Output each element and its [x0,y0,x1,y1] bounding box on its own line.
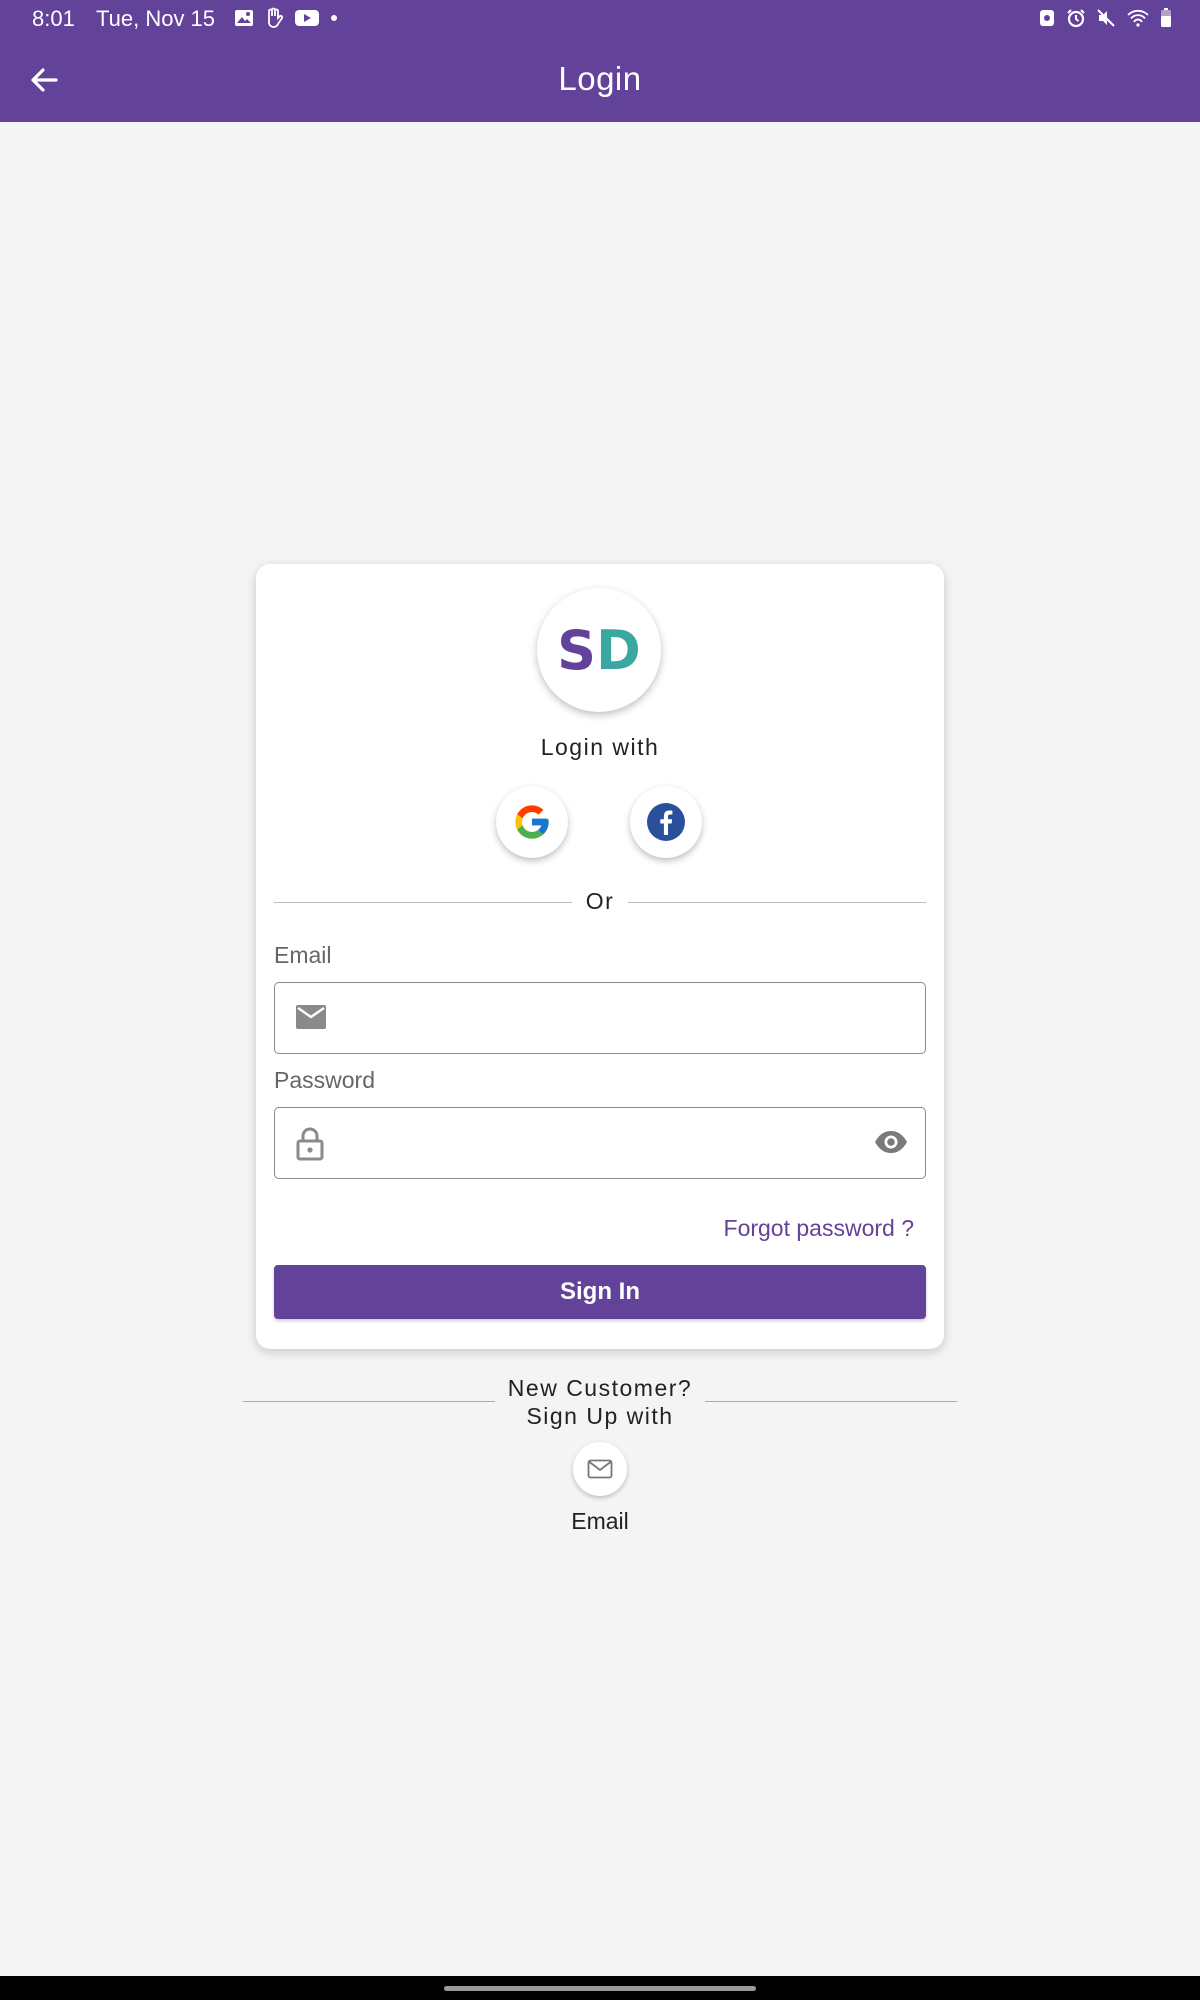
home-gesture-handle[interactable] [444,1986,756,1991]
mute-icon [1097,9,1115,27]
password-label: Password [274,1067,375,1093]
sign-in-button[interactable]: Sign In [274,1265,926,1319]
email-signup-button[interactable] [573,1442,627,1496]
mail-icon [296,1005,326,1029]
alarm-icon [1067,9,1085,28]
new-customer-label: New Customer? [507,1375,693,1401]
divider-line-right [628,902,926,903]
google-login-button[interactable] [496,786,568,858]
app-bar: Login [0,36,1200,122]
status-bar: 8:01 Tue, Nov 15 [0,0,1200,36]
status-date: Tue, Nov 15 [96,6,216,31]
system-nav-bar [0,1976,1200,2000]
status-time: 8:01 [32,6,75,31]
email-input[interactable] [345,983,889,1053]
battery-icon [1161,8,1171,27]
new-customer-section: New Customer? Sign Up with [243,1374,957,1434]
hand-icon [268,7,284,28]
dot-icon [331,15,337,21]
logo-letter-s: S [557,618,597,682]
page-title: Login [558,60,642,97]
mail-outline-icon [587,1459,613,1479]
login-with-label: Login with [540,734,660,760]
youtube-icon [295,10,319,26]
forgot-password-link[interactable]: Forgot password ? [724,1215,914,1242]
logo-letter-d: D [596,618,641,682]
facebook-login-button[interactable] [630,786,702,858]
facebook-icon [647,803,685,841]
password-field[interactable] [274,1107,926,1179]
status-icons-right [1038,8,1172,28]
login-card: SD Login with Or Email Password Forgot p… [256,564,944,1349]
google-icon [515,805,549,839]
status-icons-left [234,7,338,29]
signup-divider-right [705,1401,957,1402]
new-customer-text: New Customer? Sign Up with [243,1374,957,1430]
eye-icon[interactable] [873,1128,909,1156]
battery-saver-icon [1040,10,1054,26]
sign-up-with-label: Sign Up with [526,1403,674,1429]
lock-icon [296,1127,324,1161]
or-divider: Or [274,886,926,918]
password-input[interactable] [345,1108,889,1178]
app-logo: SD [537,588,661,712]
email-label: Email [274,942,332,968]
email-signup-label: Email [571,1508,629,1534]
image-icon [235,10,253,26]
email-field[interactable] [274,982,926,1054]
wifi-icon [1127,9,1149,27]
